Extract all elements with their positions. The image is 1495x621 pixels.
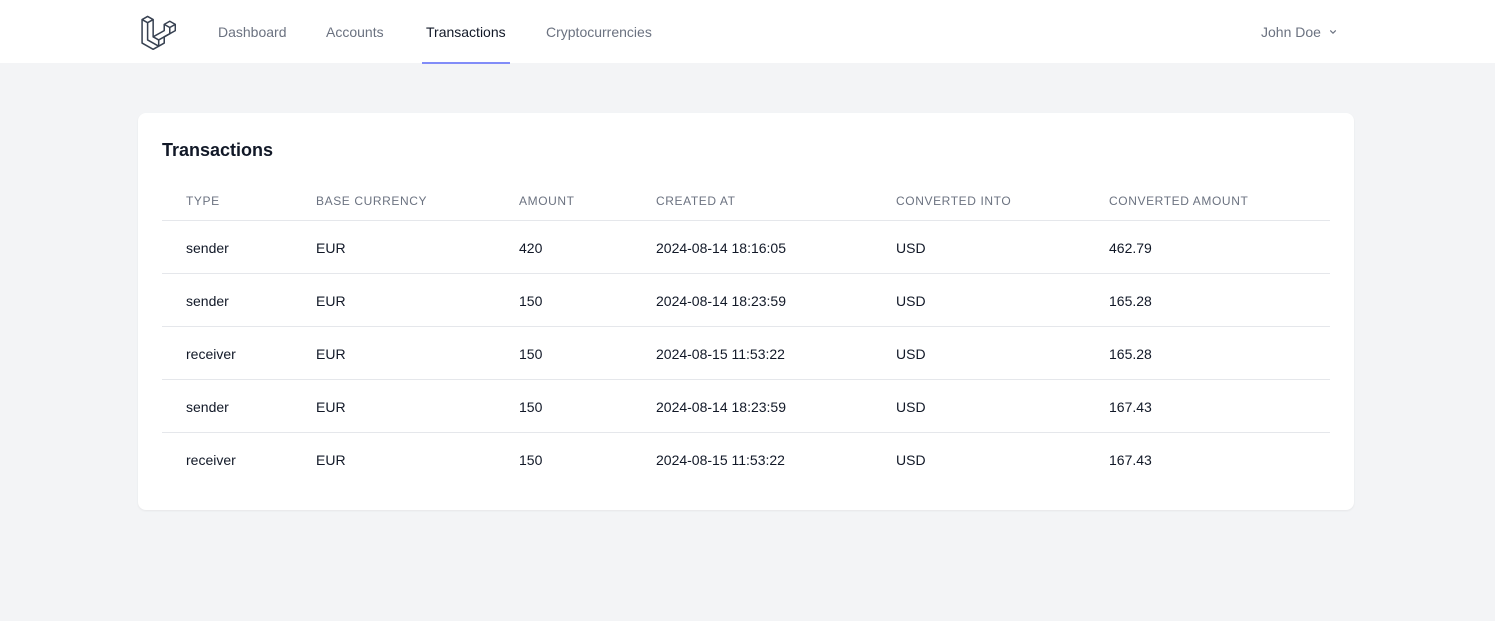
column-header-converted-amount: CONVERTED AMOUNT xyxy=(1109,194,1249,208)
nav-link-cryptocurrencies[interactable]: Cryptocurrencies xyxy=(546,0,652,64)
table-header: TYPE BASE CURRENCY AMOUNT CREATED AT CON… xyxy=(162,181,1330,221)
cell-converted-into: USD xyxy=(896,239,926,256)
cell-base-currency: EUR xyxy=(316,239,346,256)
user-menu-button[interactable]: John Doe xyxy=(1261,0,1339,64)
chevron-down-icon xyxy=(1329,30,1336,34)
cell-amount: 150 xyxy=(519,292,543,309)
cell-created-at: 2024-08-15 11:53:22 xyxy=(656,345,785,362)
cell-type: sender xyxy=(186,292,229,309)
cell-converted-amount: 165.28 xyxy=(1109,292,1152,309)
cell-created-at: 2024-08-14 18:23:59 xyxy=(656,292,786,309)
top-navbar: Dashboard Accounts Transactions Cryptocu… xyxy=(0,0,1495,64)
cell-base-currency: EUR xyxy=(316,292,346,309)
cell-type: sender xyxy=(186,239,229,256)
cell-converted-into: USD xyxy=(896,398,926,415)
cell-converted-amount: 165.28 xyxy=(1109,345,1152,362)
column-header-type: TYPE xyxy=(186,194,220,208)
table-row: receiver EUR 150 2024-08-15 11:53:22 USD… xyxy=(162,327,1330,380)
transactions-table: TYPE BASE CURRENCY AMOUNT CREATED AT CON… xyxy=(162,181,1330,486)
column-header-created-at: CREATED AT xyxy=(656,194,736,208)
cell-converted-into: USD xyxy=(896,451,926,468)
column-header-converted-into: CONVERTED INTO xyxy=(896,194,1012,208)
cell-type: sender xyxy=(186,398,229,415)
nav-link-dashboard[interactable]: Dashboard xyxy=(218,0,287,64)
cell-base-currency: EUR xyxy=(316,345,346,362)
cell-created-at: 2024-08-14 18:16:05 xyxy=(656,239,786,256)
cell-amount: 150 xyxy=(519,451,543,468)
card-title: Transactions xyxy=(162,140,274,160)
nav-link-accounts[interactable]: Accounts xyxy=(326,0,384,64)
cell-base-currency: EUR xyxy=(316,451,346,468)
cell-type: receiver xyxy=(186,451,236,468)
cell-base-currency: EUR xyxy=(316,398,346,415)
cell-amount: 420 xyxy=(519,239,543,256)
user-name: John Doe xyxy=(1261,24,1321,40)
nav-link-transactions[interactable]: Transactions xyxy=(422,0,510,64)
cell-converted-into: USD xyxy=(896,345,926,362)
table-row: receiver EUR 150 2024-08-15 11:53:22 USD… xyxy=(162,433,1330,486)
cell-converted-into: USD xyxy=(896,292,926,309)
cell-amount: 150 xyxy=(519,398,543,415)
cell-converted-amount: 167.43 xyxy=(1109,451,1152,468)
column-header-amount: AMOUNT xyxy=(519,194,575,208)
table-row: sender EUR 420 2024-08-14 18:16:05 USD 4… xyxy=(162,221,1330,274)
cell-created-at: 2024-08-14 18:23:59 xyxy=(656,398,786,415)
laravel-logo-icon[interactable] xyxy=(140,14,176,50)
table-row: sender EUR 150 2024-08-14 18:23:59 USD 1… xyxy=(162,274,1330,327)
cell-type: receiver xyxy=(186,345,236,362)
cell-created-at: 2024-08-15 11:53:22 xyxy=(656,451,785,468)
table-row: sender EUR 150 2024-08-14 18:23:59 USD 1… xyxy=(162,380,1330,433)
cell-amount: 150 xyxy=(519,345,543,362)
transactions-card: Transactions TYPE BASE CURRENCY AMOUNT C… xyxy=(138,113,1354,510)
cell-converted-amount: 167.43 xyxy=(1109,398,1152,415)
cell-converted-amount: 462.79 xyxy=(1109,239,1152,256)
column-header-base-currency: BASE CURRENCY xyxy=(316,194,428,208)
